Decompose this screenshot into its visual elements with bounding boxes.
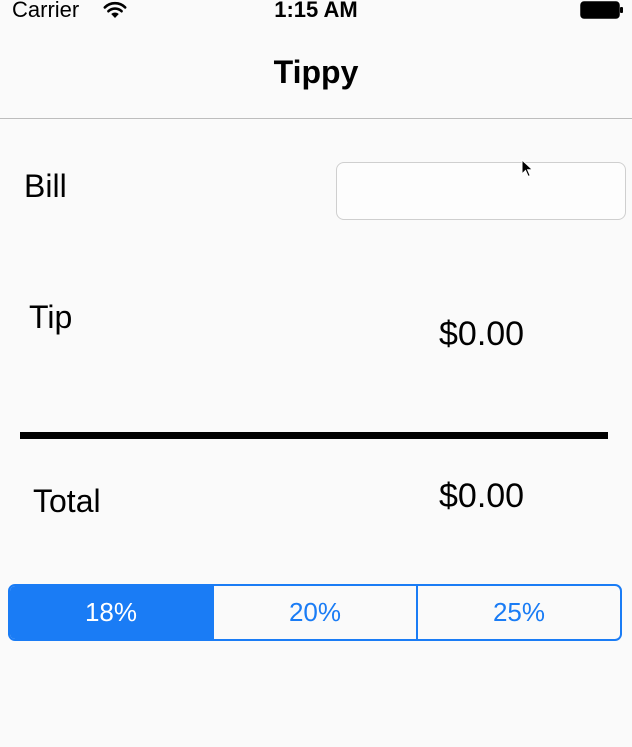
status-time: 1:15 AM [274,0,358,22]
wifi-icon [103,1,127,18]
tip-option-18[interactable]: 18% [10,586,212,639]
tip-option-20[interactable]: 20% [212,586,416,639]
bill-label: Bill [24,168,67,204]
total-amount: $0.00 [439,477,525,515]
tip-label: Tip [29,299,73,335]
tip-option-25[interactable]: 25% [416,586,620,639]
tip-percentage-control[interactable]: 18% 20% 25% [8,584,622,641]
battery-icon [580,1,623,19]
carrier-label: Carrier [12,0,80,22]
tip-amount: $0.00 [439,315,525,353]
mouse-pointer-icon [521,159,534,178]
total-label: Total [33,483,101,519]
bill-input[interactable] [336,162,626,220]
total-divider [20,432,608,439]
page-title: Tippy [273,54,359,90]
nav-divider [0,118,632,119]
